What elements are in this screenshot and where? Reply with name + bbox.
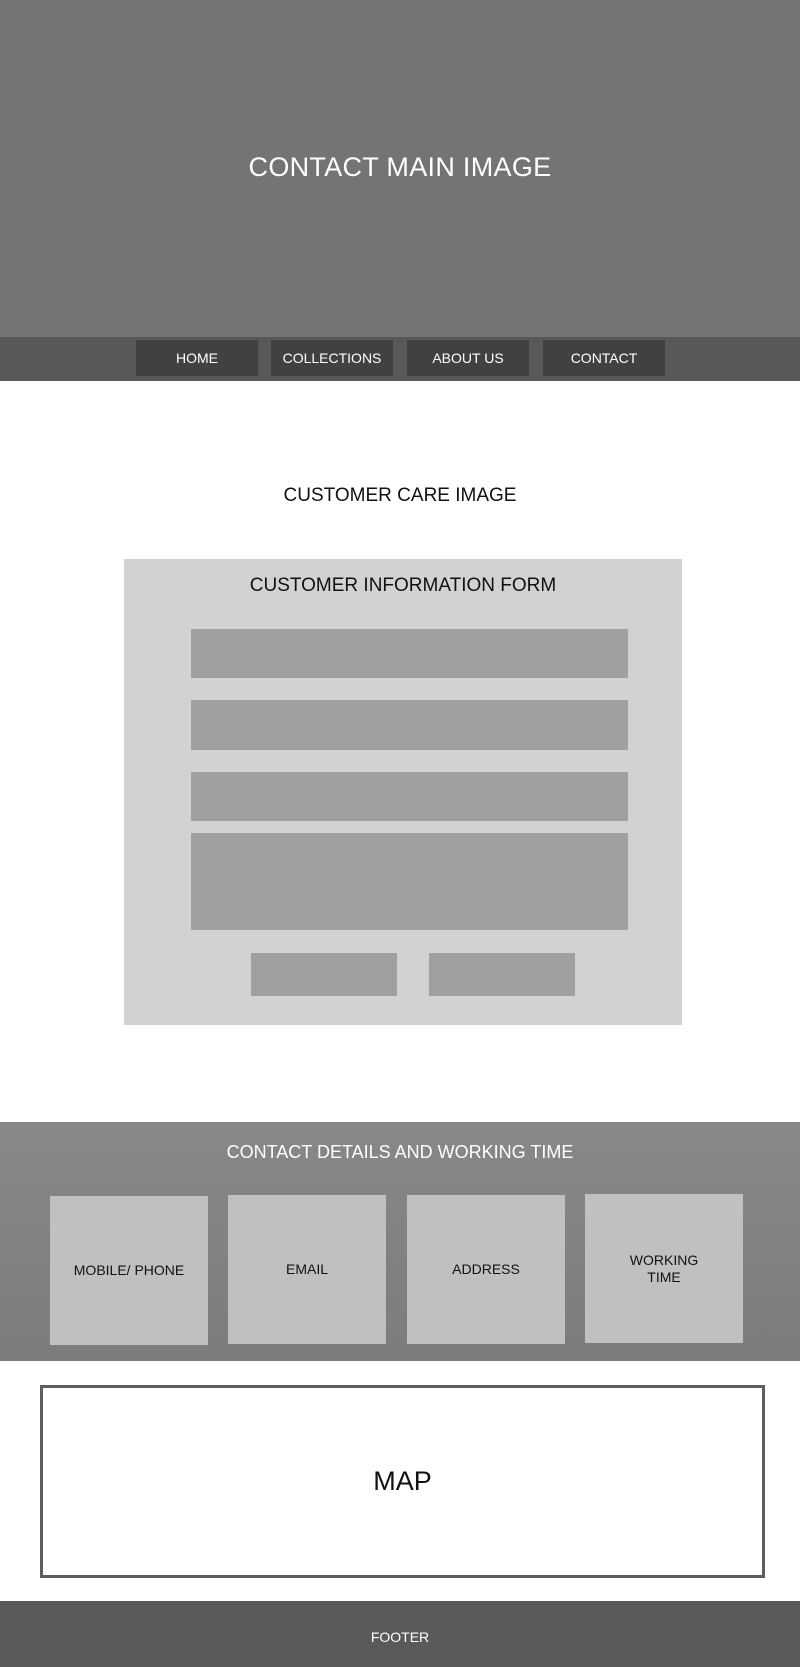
nav-home[interactable]: HOME [136,340,258,376]
hero-image: CONTACT MAIN IMAGE [0,0,800,337]
map-label: MAP [373,1466,432,1496]
map[interactable]: MAP [40,1385,765,1578]
form-button-2[interactable] [429,953,575,996]
nav-about-us[interactable]: ABOUT US [407,340,529,376]
form-title: CUSTOMER INFORMATION FORM [249,575,557,596]
card-email: EMAIL [228,1195,386,1344]
form-field-3[interactable] [191,772,628,821]
nav-contact[interactable]: CONTACT [543,340,665,376]
card-address: ADDRESS [407,1195,565,1344]
form-message-field[interactable] [191,833,628,930]
footer: FOOTER [0,1601,800,1667]
main-nav: HOME COLLECTIONS ABOUT US CONTACT [0,337,800,381]
form-field-2[interactable] [191,700,628,750]
form-field-1[interactable] [191,629,628,678]
nav-collections[interactable]: COLLECTIONS [271,340,393,376]
card-working-time: WORKING TIME [585,1194,743,1343]
contact-details-title: CONTACT DETAILS AND WORKING TIME [226,1142,574,1162]
customer-information-form: CUSTOMER INFORMATION FORM [124,559,682,1025]
form-button-1[interactable] [251,953,397,996]
card-mobile-phone: MOBILE/ PHONE [50,1196,208,1345]
contact-details-section: CONTACT DETAILS AND WORKING TIME MOBILE/… [0,1122,800,1361]
customer-care-image: CUSTOMER CARE IMAGE [283,485,517,506]
footer-label: FOOTER [370,1629,430,1645]
hero-title: CONTACT MAIN IMAGE [248,151,552,182]
